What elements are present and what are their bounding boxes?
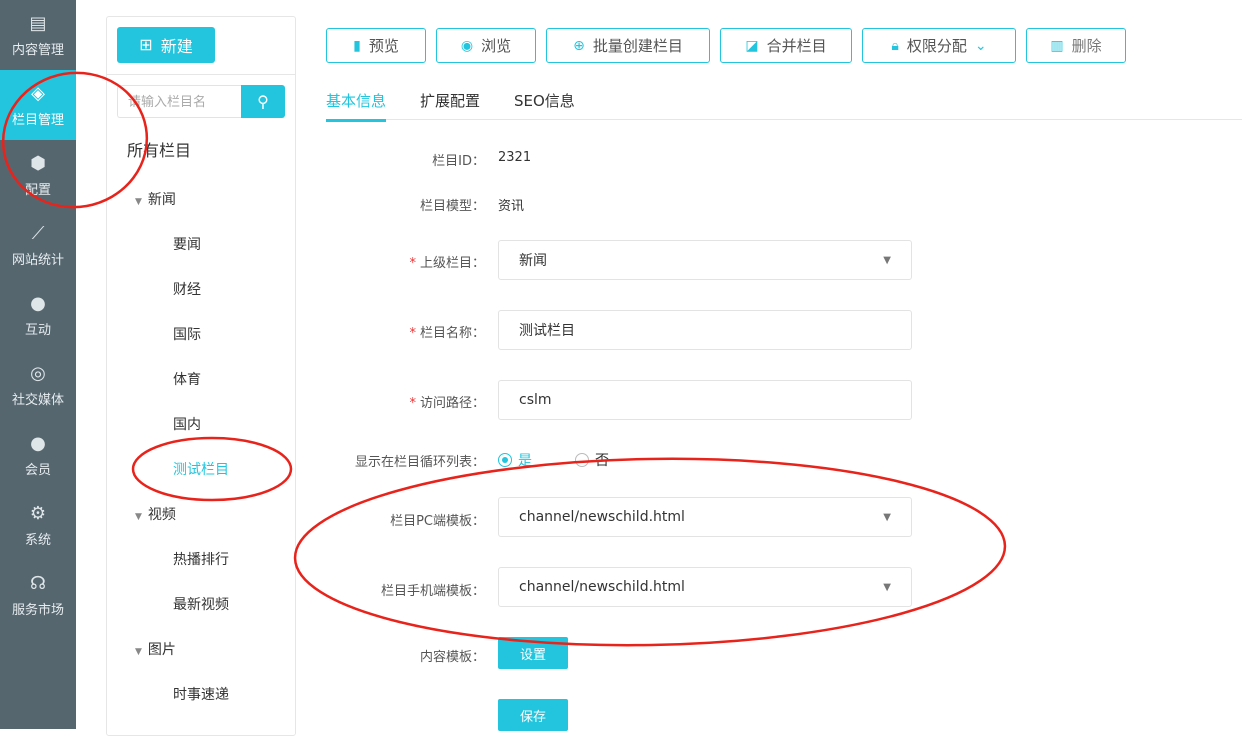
tab-bar: 基本信息 扩展配置 SEO信息: [326, 90, 1242, 122]
sidebar-item-content[interactable]: ▤ 内容管理: [0, 0, 76, 70]
tree-item[interactable]: 体育: [173, 369, 201, 389]
preview-button[interactable]: ▮ 预览: [326, 28, 426, 63]
trash-icon: ▥: [1050, 37, 1064, 54]
tree-group-video[interactable]: ▼ 视频: [135, 504, 176, 524]
caret-down-icon: ▼: [883, 254, 891, 266]
caret-down-icon: ▼: [135, 197, 142, 207]
merge-icon: ◪: [745, 37, 759, 54]
parent-column-label: * 上级栏目：: [409, 256, 485, 271]
column-name-label: * 栏目名称：: [409, 326, 485, 341]
lock-icon: 🔒︎: [891, 37, 899, 54]
column-id-label: 栏目ID：: [432, 154, 485, 169]
social-icon: ◎: [30, 362, 46, 384]
column-model-value: 资讯: [498, 199, 525, 214]
radio-unchecked-icon: [575, 453, 589, 467]
add-stack-icon: ⊕: [573, 37, 585, 54]
sidebar-item-config[interactable]: ⬢ 配置: [0, 140, 76, 210]
user-icon: ●: [30, 432, 46, 454]
sidebar-item-stats[interactable]: ⟋ 网站统计: [0, 210, 76, 280]
merge-button[interactable]: ◪ 合并栏目: [720, 28, 852, 63]
file-search-icon: ▮: [353, 37, 361, 54]
tree-group-pictures[interactable]: ▼ 图片: [135, 639, 176, 659]
pc-template-label: 栏目PC端模板：: [390, 514, 485, 529]
cube-icon: ⬢: [30, 152, 46, 174]
column-model-label: 栏目模型：: [419, 199, 485, 214]
batch-create-button[interactable]: ⊕ 批量创建栏目: [546, 28, 710, 63]
save-button[interactable]: 保存: [498, 699, 568, 731]
content-template-settings-button[interactable]: 设置: [498, 637, 568, 669]
sidebar-item-market[interactable]: ☊ 服务市场: [0, 560, 76, 630]
tab-extended-config[interactable]: 扩展配置: [420, 90, 480, 119]
annotation-circle: [293, 457, 1007, 647]
column-tree-panel: ⊞新建 ⚲ 所有栏目 ▼新闻 要闻 财经 国际 体育 国内 测试栏目 ▼视频 热…: [106, 16, 296, 736]
chevron-down-icon: ⌄: [974, 37, 987, 54]
column-name-input[interactable]: 测试栏目: [498, 310, 912, 350]
headset-icon: ☊: [30, 572, 46, 594]
caret-down-icon: ▼: [135, 512, 142, 522]
new-column-button[interactable]: ⊞ 新建: [117, 27, 215, 63]
mobile-template-label: 栏目手机端模板：: [380, 584, 485, 599]
show-in-list-label: 显示在栏目循环列表：: [354, 455, 485, 470]
sidebar-item-interaction[interactable]: ● 互动: [0, 280, 76, 350]
show-no-radio[interactable]: 否: [575, 450, 609, 470]
sidebar-item-members[interactable]: ● 会员: [0, 420, 76, 490]
sidebar-item-columns[interactable]: ◈ 栏目管理: [0, 70, 76, 140]
column-search-input[interactable]: [117, 85, 241, 118]
tree-item-selected[interactable]: 测试栏目: [173, 459, 229, 479]
chat-icon: ●: [30, 292, 46, 314]
main-sidebar: ▤ 内容管理 ◈ 栏目管理 ⬢ 配置 ⟋ 网站统计 ● 互动 ◎ 社交媒体 ● 会员 ⚙ 系统 …: [0, 0, 76, 729]
eye-icon: ◉: [460, 37, 474, 54]
caret-down-icon: ▼: [883, 511, 891, 523]
divider: [107, 74, 295, 75]
caret-down-icon: ▼: [883, 581, 891, 593]
search-button[interactable]: ⚲: [241, 85, 285, 118]
all-columns-label[interactable]: 所有栏目: [127, 137, 191, 161]
tree-item[interactable]: 国际: [173, 324, 201, 344]
tree-item[interactable]: 时事速递: [173, 684, 229, 704]
tree-item[interactable]: 热播排行: [173, 549, 229, 569]
tree-item[interactable]: 国内: [173, 414, 201, 434]
tree-item[interactable]: 财经: [173, 279, 201, 299]
layers-icon: ◈: [31, 82, 45, 104]
access-path-label: * 访问路径：: [409, 396, 485, 411]
column-id-value: 2321: [498, 150, 532, 165]
delete-button[interactable]: ▥ 删除: [1026, 28, 1126, 63]
gear-icon: ⚙: [29, 502, 47, 524]
sidebar-item-social[interactable]: ◎ 社交媒体: [0, 350, 76, 420]
tab-seo-info[interactable]: SEO信息: [514, 90, 575, 119]
chart-line-icon: ⟋: [31, 222, 45, 244]
browse-button[interactable]: ◉ 浏览: [436, 28, 536, 63]
show-yes-radio[interactable]: 是: [498, 450, 532, 470]
tree-group-news[interactable]: ▼ 新闻: [135, 189, 176, 209]
parent-column-select[interactable]: 新闻 ▼: [498, 240, 912, 280]
tree-item[interactable]: 要闻: [173, 234, 201, 254]
tab-basic-info[interactable]: 基本信息: [326, 90, 387, 122]
document-icon: ▤: [29, 12, 47, 34]
permissions-dropdown[interactable]: 🔒︎ 权限分配 ⌄: [862, 28, 1016, 63]
radio-checked-icon: [498, 453, 512, 467]
sidebar-item-system[interactable]: ⚙ 系统: [0, 490, 76, 560]
mobile-template-select[interactable]: channel/newschild.html ▼: [498, 567, 912, 607]
search-icon: ⚲: [257, 93, 269, 111]
pc-template-select[interactable]: channel/newschild.html ▼: [498, 497, 912, 537]
add-icon: ⊞: [139, 37, 153, 54]
access-path-input[interactable]: cslm: [498, 380, 912, 420]
column-search: ⚲: [117, 85, 285, 118]
content-template-label: 内容模板：: [419, 650, 485, 665]
tree-item[interactable]: 最新视频: [173, 594, 229, 614]
caret-down-icon: ▼: [135, 647, 142, 657]
